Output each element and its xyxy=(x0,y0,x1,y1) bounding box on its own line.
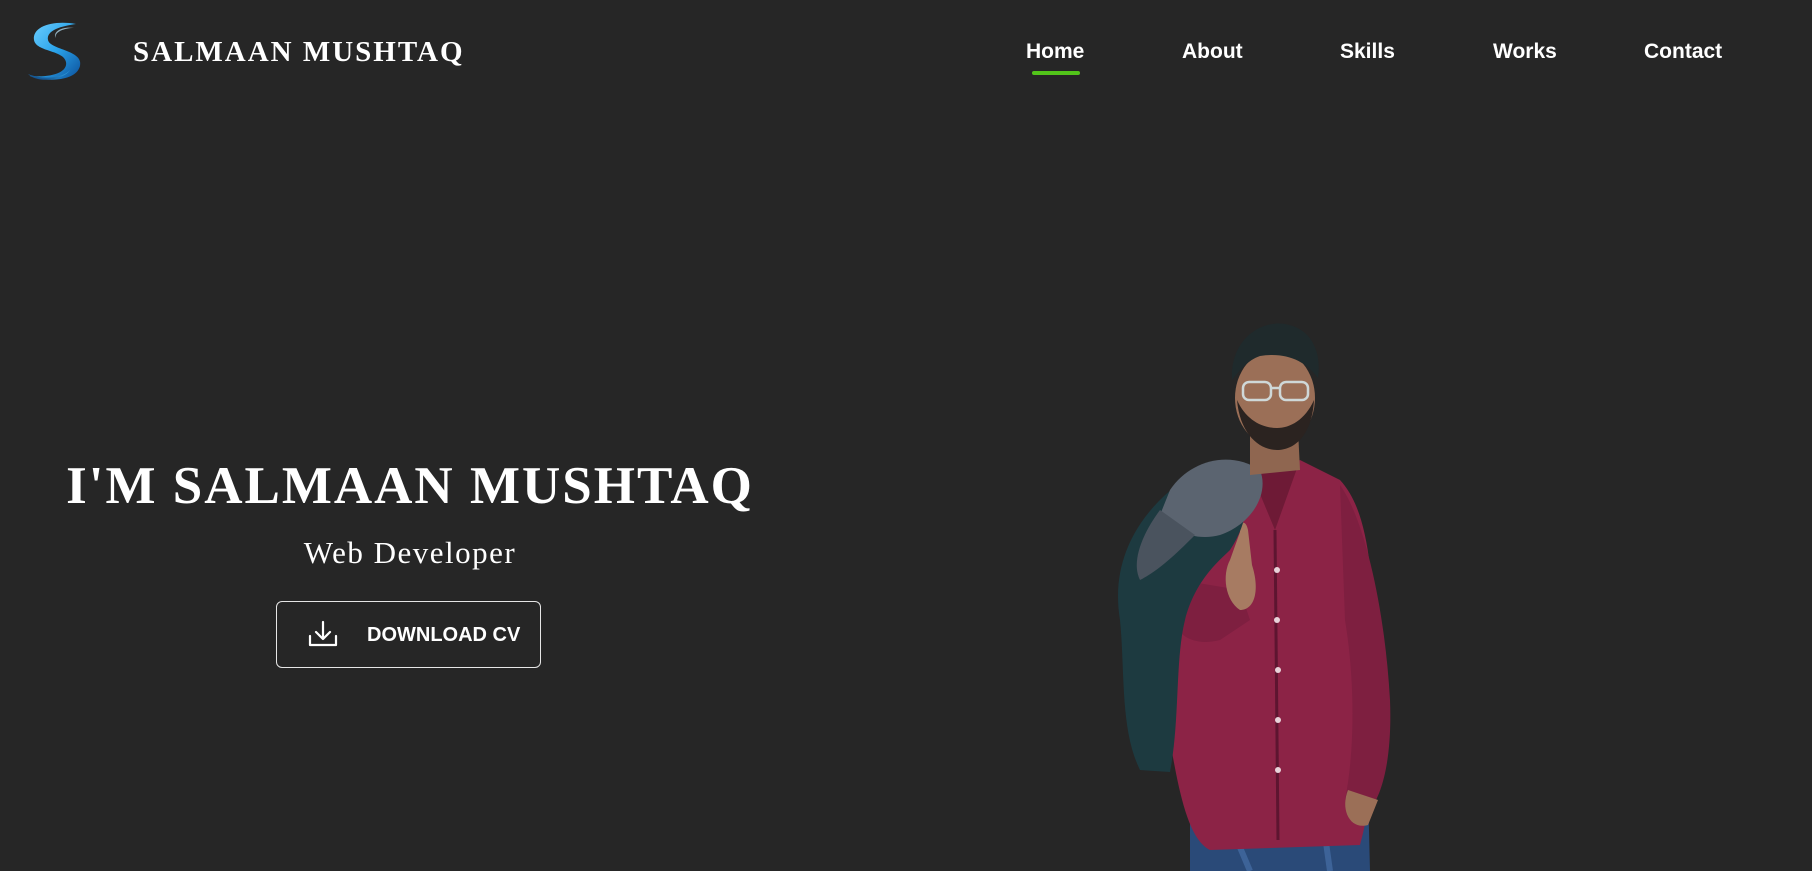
download-cv-label: DOWNLOAD CV xyxy=(367,624,521,646)
hero-subtitle: Web Developer xyxy=(303,535,517,570)
page: SALMAAN MUSHTAQ Home About Skills Works … xyxy=(0,0,1812,871)
nav-skills[interactable]: Skills xyxy=(1340,40,1395,64)
download-cv-button[interactable]: DOWNLOAD CV xyxy=(276,601,541,668)
hero-title: I'M SALMAAN MUSHTAQ xyxy=(66,457,754,515)
nav-about[interactable]: About xyxy=(1182,40,1243,64)
nav-home[interactable]: Home xyxy=(1026,40,1084,64)
active-nav-indicator xyxy=(1032,71,1080,75)
nav-contact[interactable]: Contact xyxy=(1644,40,1722,64)
nav-works[interactable]: Works xyxy=(1493,40,1557,64)
stylized-s-logo-icon[interactable] xyxy=(24,20,86,84)
person-photo xyxy=(1118,323,1391,871)
brand-name[interactable]: SALMAAN MUSHTAQ xyxy=(133,36,465,69)
download-icon xyxy=(308,620,338,647)
